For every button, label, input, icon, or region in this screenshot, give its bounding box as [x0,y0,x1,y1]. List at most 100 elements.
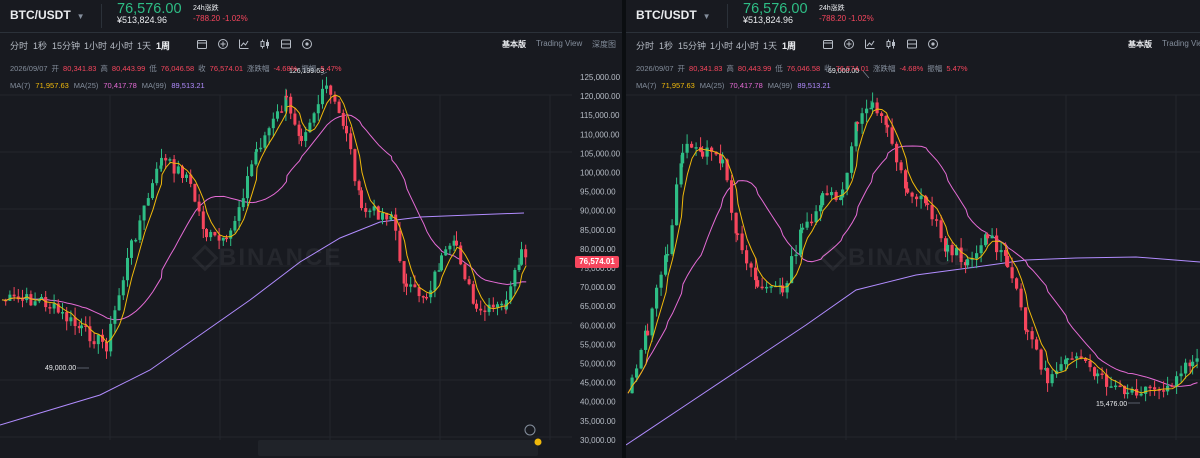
candle-body [52,303,56,309]
candle-body [834,192,838,200]
candle-body [904,170,908,189]
candle-body [491,304,495,308]
y-tick-label: 60,000.00 [580,321,616,330]
candle-body [402,261,406,284]
candle-body [1066,358,1070,360]
right-ma99-line [626,256,1200,446]
candle-body [205,229,208,238]
candle-body [433,271,437,291]
open-value: 80,341.83 [689,64,723,73]
candle-body [1039,349,1043,370]
candle-body [357,181,361,191]
candle-body [471,284,475,304]
candle-body [1070,358,1074,360]
candle-body [681,152,685,164]
candle-body [40,296,43,299]
candle-body [1114,385,1118,388]
candle-body [986,234,990,239]
candle-body [821,193,825,206]
ma99-label: MA(99) [141,81,167,90]
candle-body [1139,393,1143,396]
y-tick-label: 120,000.00 [580,92,621,101]
candle-body [1064,359,1068,365]
candle-body [475,303,478,309]
candle-body [321,88,324,105]
candle-body [1004,250,1008,256]
candle-body [168,159,172,161]
candle-body [1024,307,1028,331]
candle-body [825,193,829,196]
candle-body [405,283,408,287]
candle-body [164,157,168,161]
candle-body [799,229,803,255]
candle-body [437,270,441,272]
candle-body [237,207,241,221]
candle-body [185,174,188,178]
candle-body [705,147,709,157]
candle-body [801,227,805,230]
candle-body [814,211,818,223]
left-candles [4,76,528,359]
candle-body [349,133,353,150]
candle-body [155,168,159,184]
globe-icon[interactable] [524,424,536,436]
candle-body [650,308,654,336]
candle-body [939,220,943,239]
candle-body [910,192,914,197]
candle-body [915,196,919,200]
amplitude-value: 5.47% [946,64,968,73]
candle-body [113,310,117,324]
candle-body [830,192,834,196]
candle-body [745,250,749,264]
candle-body [1006,255,1010,268]
candle-body [467,279,471,285]
candle-body [756,280,760,287]
candle-body [1026,330,1030,332]
candle-body [690,143,694,148]
candle-body [655,287,659,309]
candle-body [276,111,279,119]
notification-dot-icon[interactable] [534,438,542,446]
candle-body [325,85,328,89]
low-value: 76,046.58 [786,64,821,73]
candle-body [304,132,308,141]
candle-body [444,249,448,256]
y-tick-label: 50,000.00 [580,360,616,369]
candle-body [364,208,368,212]
candle-body [69,317,73,322]
candle-body [805,221,809,228]
change-pct-label: 涨跌幅 [247,64,270,73]
candle-body [749,263,753,268]
candle-body [263,135,267,148]
candle-body [448,245,452,250]
candle-body [285,95,288,98]
candle-body [1109,386,1113,388]
candle-body [255,149,258,152]
candle-body [341,112,345,126]
right-watermark: BINANCE [848,244,972,271]
candle-body [80,325,83,329]
amplitude-value: 5.47% [320,64,342,73]
candle-body [229,230,233,239]
candle-body [455,240,458,246]
y-tick-label: 65,000.00 [580,302,616,311]
candle-body [92,341,96,345]
candle-body [463,264,467,280]
candle-body [398,230,402,262]
candle-body [312,113,316,123]
ma7-polyline [1,94,527,344]
candle-body [664,255,668,275]
candle-body [413,284,417,288]
left-chart-panel: BTC/USDT ▼ 76,576.00 ¥513,824.96 24h涨跌 -7… [0,0,622,458]
candle-body [345,125,348,134]
candle-body [899,162,903,171]
candle-body [241,198,245,208]
candle-body [875,102,879,114]
candle-body [360,190,363,209]
candle-body [368,210,372,213]
candle-body [48,307,52,309]
candle-body [1100,373,1104,375]
candle-body [890,127,894,144]
candle-body [500,303,504,306]
candle-body [1059,364,1063,371]
